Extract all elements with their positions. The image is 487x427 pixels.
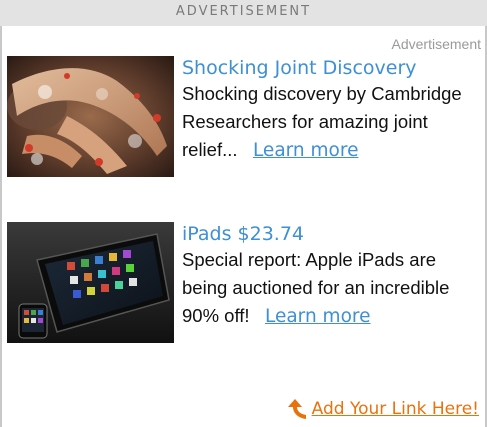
joint-pain-image[interactable] <box>7 56 174 177</box>
learn-more-link[interactable]: Learn more <box>265 306 371 327</box>
ad-header-label: ADVERTISEMENT <box>175 4 312 19</box>
ad-title-link[interactable]: Shocking Joint Discovery <box>182 56 482 80</box>
left-border <box>0 26 2 427</box>
curved-arrow-icon <box>287 399 306 419</box>
ipad-iphone-photo <box>7 222 174 343</box>
ad-text-ipad: iPads $23.74 Special report: Apple iPads… <box>182 222 482 331</box>
add-link-text[interactable]: Add Your Link Here! <box>312 399 479 419</box>
ad-widget: ADVERTISEMENT Advertisement Shocking Joi… <box>0 0 487 427</box>
ad-text-joint: Shocking Joint Discovery Shocking discov… <box>182 56 482 165</box>
sponsor-label: Advertisement <box>391 36 481 52</box>
learn-more-link[interactable]: Learn more <box>253 140 359 161</box>
ad-description: Shocking discovery by Cambridge Research… <box>182 80 482 165</box>
ad-title-link[interactable]: iPads $23.74 <box>182 222 482 246</box>
add-your-link[interactable]: Add Your Link Here! <box>286 396 479 422</box>
ipad-image[interactable] <box>7 222 174 343</box>
ad-header: ADVERTISEMENT <box>0 0 487 26</box>
joint-pain-illustration <box>7 56 174 177</box>
ad-description: Special report: Apple iPads are being au… <box>182 246 482 331</box>
